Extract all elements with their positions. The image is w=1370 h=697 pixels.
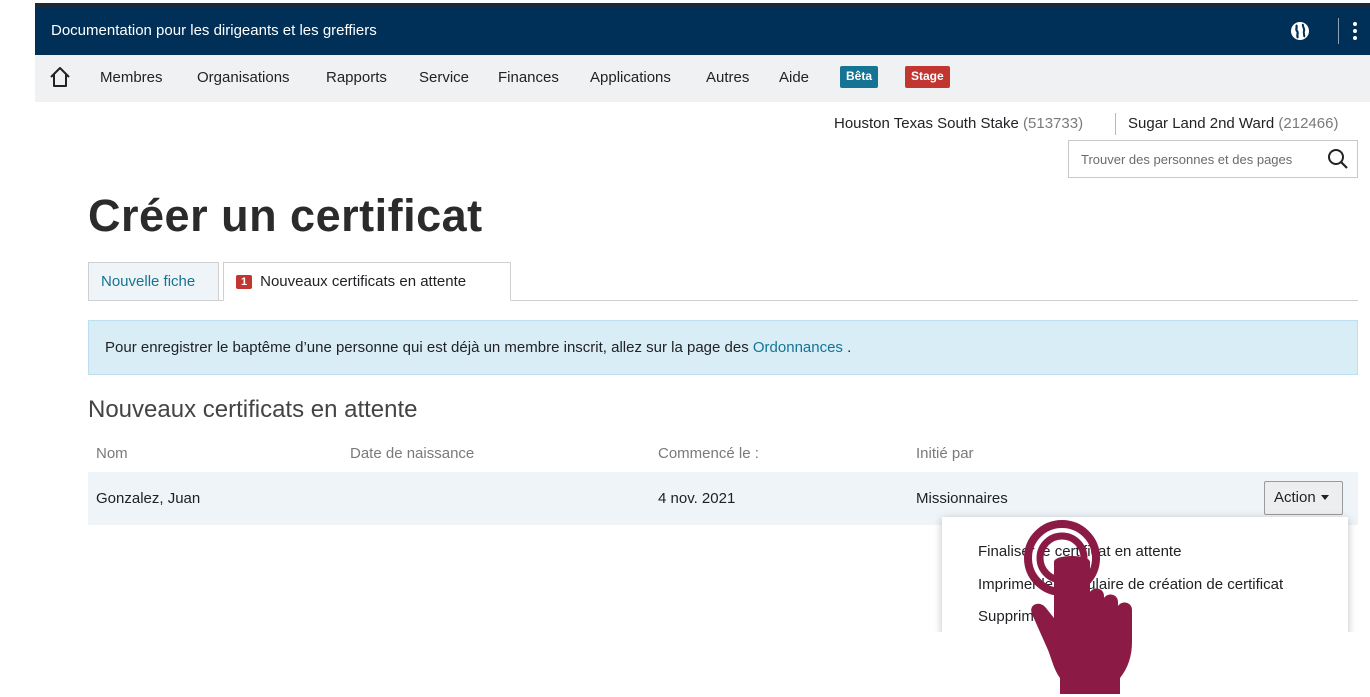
cell-started: 4 nov. 2021 xyxy=(658,490,736,507)
home-icon[interactable] xyxy=(49,66,71,88)
ward-name: Sugar Land 2nd Ward xyxy=(1128,115,1275,132)
action-button[interactable]: Action xyxy=(1264,481,1343,515)
cell-initiated-by: Missionnaires xyxy=(916,490,1008,507)
action-label: Action xyxy=(1274,489,1316,506)
section-title: Nouveaux certificats en attente xyxy=(88,396,418,423)
page-title: Créer un certificat xyxy=(88,190,483,241)
column-header-initiated-by: Initié par xyxy=(916,445,974,462)
search-box xyxy=(1068,140,1358,178)
globe-icon[interactable] xyxy=(1290,21,1310,41)
left-margin xyxy=(0,0,35,632)
stage-badge: Stage xyxy=(905,66,950,88)
column-header-name: Nom xyxy=(96,445,128,462)
nav-item-finances[interactable]: Finances xyxy=(498,69,559,86)
search-input[interactable] xyxy=(1069,141,1319,177)
ward-number: (212466) xyxy=(1278,115,1339,132)
bottom-blank-area xyxy=(0,632,1370,697)
nav-item-applications[interactable]: Applications xyxy=(590,69,671,86)
nav-item-membres[interactable]: Membres xyxy=(100,69,163,86)
app-title: Documentation pour les dirigeants et les… xyxy=(51,22,377,39)
stake-selector[interactable]: Houston Texas South Stake (513733) xyxy=(834,115,1083,132)
ordinances-link[interactable]: Ordonnances xyxy=(753,339,843,356)
header-separator xyxy=(1338,18,1339,44)
stake-name: Houston Texas South Stake xyxy=(834,115,1019,132)
beta-badge: Bêta xyxy=(840,66,879,88)
tab-pending-certificates[interactable]: 1 Nouveaux certificats en attente xyxy=(223,262,511,301)
tab-pending-label: Nouveaux certificats en attente xyxy=(260,273,467,290)
column-header-birth-date: Date de naissance xyxy=(350,445,475,462)
nav-item-organisations[interactable]: Organisations xyxy=(197,69,290,86)
main-nav: Membres Organisations Rapports Service F… xyxy=(35,55,1370,102)
page: Documentation pour les dirigeants et les… xyxy=(0,0,1370,697)
cell-name: Gonzalez, Juan xyxy=(96,490,201,507)
search-icon[interactable] xyxy=(1327,148,1349,170)
nav-item-aide[interactable]: Aide xyxy=(779,69,809,86)
stake-number: (513733) xyxy=(1023,115,1084,132)
tap-hand-icon xyxy=(1024,520,1132,694)
tab-new-record[interactable]: Nouvelle fiche xyxy=(88,262,219,301)
pending-count-badge: 1 xyxy=(236,275,253,289)
caret-down-icon xyxy=(1320,495,1329,500)
nav-item-rapports[interactable]: Rapports xyxy=(326,69,387,86)
nav-item-autres[interactable]: Autres xyxy=(706,69,749,86)
ward-selector[interactable]: Sugar Land 2nd Ward (212466) xyxy=(1128,115,1338,132)
alert-text-end: . xyxy=(842,339,852,356)
nav-item-service[interactable]: Service xyxy=(419,69,469,86)
alert-text: Pour enregistrer le baptême d’une person… xyxy=(105,339,753,356)
action-dropdown-menu: Finaliser le certificat en attente Impri… xyxy=(942,517,1348,635)
unit-separator xyxy=(1115,113,1116,135)
column-header-started: Commencé le : xyxy=(658,445,759,462)
info-alert: Pour enregistrer le baptême d’une person… xyxy=(88,320,1358,375)
vertical-dots-icon[interactable] xyxy=(1353,22,1359,40)
app-header: Documentation pour les dirigeants et les… xyxy=(35,8,1370,55)
